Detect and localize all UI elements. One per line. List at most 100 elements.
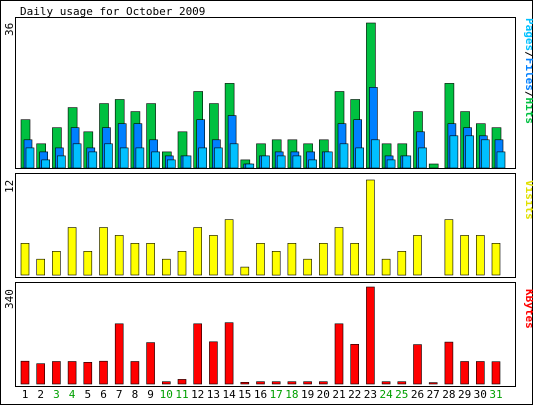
visits-bar-day-29 (460, 235, 469, 276)
visits-bar-day-24 (381, 258, 391, 276)
x-tick-label-day-4: 4 (69, 388, 76, 401)
pages-bar-day-30 (480, 139, 490, 169)
kbytes-bar-day-2 (36, 363, 46, 385)
visits-bar-day-19 (303, 258, 312, 276)
visits-bar-day-3 (52, 251, 61, 276)
visits-bar-day-23 (366, 179, 375, 276)
pages-bar-day-7 (119, 147, 129, 169)
x-tick-label-day-9: 9 (147, 388, 154, 401)
x-tick-label-day-22: 22 (348, 388, 361, 401)
kbytes-bar-day-15 (240, 381, 250, 385)
x-tick-label-day-10: 10 (160, 388, 173, 401)
kbytes-bar-day-8 (130, 361, 140, 385)
x-tick-label-day-6: 6 (100, 388, 107, 401)
pages-bar-day-31 (496, 151, 506, 169)
pages-bar-day-21 (339, 143, 349, 169)
x-axis-labels: 1 2 3 4 5 6 7 8 9 10 11 12 13 14 15 16 17 18 19 20 21 22 23 24 2… (22, 388, 503, 401)
top-legend: Pages/Files/Hits (523, 18, 533, 124)
visits-bar-day-18 (287, 243, 297, 276)
x-tick-label-day-14: 14 (222, 388, 236, 401)
x-tick-label-day-26: 26 (411, 388, 424, 401)
pages-bar-day-11 (182, 155, 192, 169)
visits-bar-day-22 (350, 243, 360, 276)
kbytes-bar-day-27 (428, 382, 438, 385)
x-tick-label-day-11: 11 (175, 388, 188, 401)
x-tick-label-day-12: 12 (191, 388, 204, 401)
legend-files: Files (523, 58, 533, 91)
bottom-axis-max-label: 340 (3, 289, 16, 309)
kbytes-bar-day-25 (397, 381, 407, 385)
kbytes-bar-day-5 (83, 361, 93, 385)
x-tick-label-day-29: 29 (458, 388, 471, 401)
x-tick-label-day-25: 25 (395, 388, 408, 401)
pages-bar-day-17 (276, 155, 286, 169)
visits-bar-day-16 (256, 243, 265, 276)
kbytes-bar-day-26 (413, 344, 422, 385)
pages-bar-day-26 (418, 147, 427, 169)
visits-bar-day-17 (271, 251, 281, 276)
visits-bar-day-14 (224, 219, 234, 276)
kbytes-bar-day-30 (475, 361, 485, 385)
kbytes-bar-day-17 (271, 381, 281, 385)
pages-bar-day-28 (449, 135, 459, 169)
kbytes-bar-day-16 (256, 381, 265, 385)
pages-bar-day-19 (308, 159, 317, 169)
x-tick-label-day-18: 18 (285, 388, 298, 401)
kbytes-bar-day-13 (209, 341, 218, 385)
x-tick-label-day-31: 31 (489, 388, 502, 401)
kbytes-bar-day-19 (303, 381, 312, 385)
pages-bar-day-3 (57, 155, 66, 169)
chart-canvas: Daily usage for October 2009 36 12 340 P… (0, 0, 533, 405)
kbytes-bar-day-29 (460, 361, 469, 385)
kbytes-bar-day-21 (334, 323, 344, 385)
visits-bar-day-11 (177, 251, 187, 276)
kbytes-bar-day-24 (381, 381, 391, 385)
pages-bar-day-29 (465, 135, 474, 169)
pages-bar-day-2 (41, 159, 51, 169)
x-tick-label-day-1: 1 (22, 388, 29, 401)
visits-bar-day-2 (36, 258, 46, 276)
kbytes-bar-day-23 (366, 286, 375, 385)
kbytes-bar-day-20 (318, 381, 328, 385)
kbytes-bar-day-18 (287, 381, 297, 385)
x-tick-label-day-7: 7 (116, 388, 123, 401)
visits-bar-day-9 (146, 243, 155, 276)
visits-bar-day-28 (444, 219, 454, 276)
pages-bar-day-23 (371, 139, 380, 169)
pages-bar-day-14 (229, 143, 239, 169)
kbytes-bar-day-31 (491, 361, 501, 385)
chart-title: Daily usage for October 2009 (20, 5, 205, 18)
x-tick-label-day-27: 27 (427, 388, 440, 401)
x-tick-label-day-15: 15 (238, 388, 251, 401)
pages-bar-day-22 (355, 147, 365, 169)
kbytes-bar-day-1 (20, 360, 30, 385)
kbytes-bar-day-12 (193, 323, 202, 385)
pages-bar-day-4 (72, 143, 82, 169)
x-tick-label-day-2: 2 (37, 388, 44, 401)
kbytes-bar-day-22 (350, 343, 360, 385)
x-tick-label-day-13: 13 (207, 388, 220, 401)
middle-axis-max-label: 12 (3, 180, 16, 193)
usage-chart: Daily usage for October 2009 36 12 340 P… (3, 5, 533, 401)
kbytes-bar-day-6 (99, 360, 108, 385)
pages-bar-day-12 (198, 147, 207, 169)
kbytes-bar-day-14 (224, 322, 234, 385)
visits-bar-day-31 (491, 243, 501, 276)
x-tick-label-day-20: 20 (317, 388, 330, 401)
x-tick-label-day-28: 28 (442, 388, 455, 401)
pages-bar-day-25 (402, 155, 412, 169)
kbytes-bar-day-11 (177, 379, 187, 385)
visits-bar-day-12 (193, 227, 202, 276)
pages-bar-day-9 (151, 151, 160, 169)
kbytes-bar-day-4 (67, 361, 77, 385)
visits-bar-day-1 (20, 243, 30, 276)
visits-bar-day-4 (67, 227, 77, 276)
pages-bar-day-15 (245, 163, 255, 169)
x-tick-label-day-23: 23 (364, 388, 377, 401)
visits-bar-day-10 (162, 258, 171, 276)
pages-bar-day-16 (261, 155, 270, 169)
visits-bar-day-30 (475, 235, 485, 276)
visits-bar-day-15 (240, 266, 250, 276)
visits-bar-day-6 (99, 227, 108, 276)
pages-bar-day-10 (167, 159, 176, 169)
